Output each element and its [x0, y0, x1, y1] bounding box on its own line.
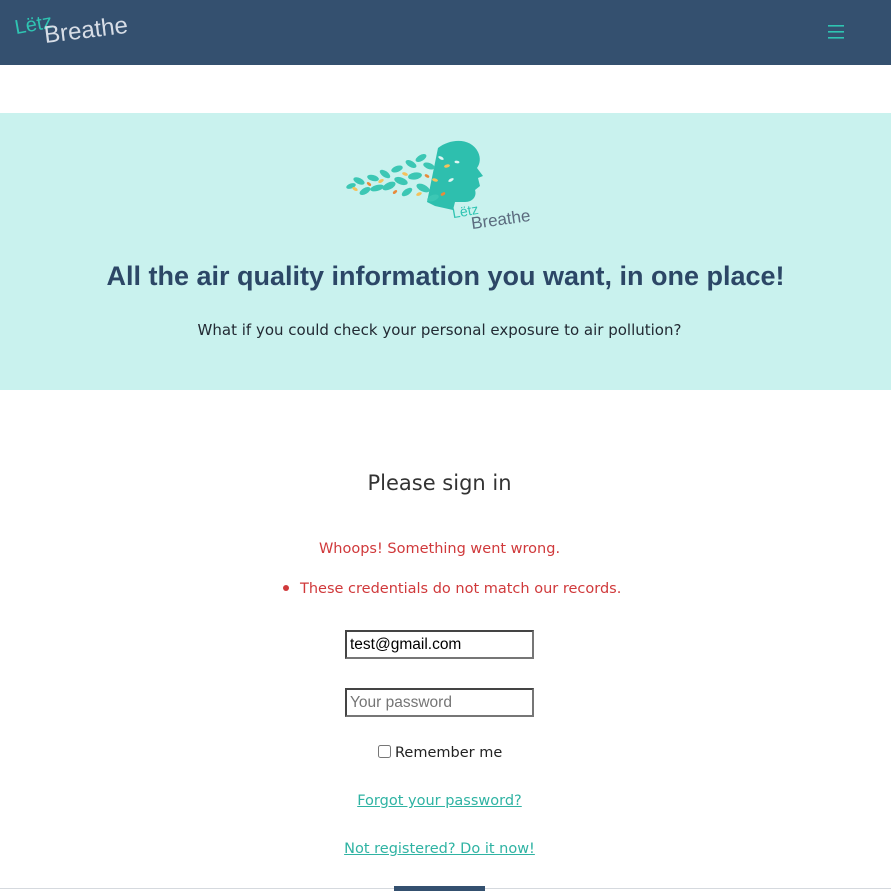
register-row: Not registered? Do it now! [0, 841, 879, 857]
email-field[interactable] [345, 630, 534, 659]
password-field[interactable] [345, 688, 534, 717]
error-list-item: These credentials do not match our recor… [283, 581, 621, 597]
forgot-password-link[interactable]: Forgot your password? [357, 793, 522, 809]
remember-me[interactable]: Remember me [378, 744, 503, 761]
top-navbar: Lëtz Breathe [0, 0, 891, 65]
brand-logo[interactable]: Lëtz Breathe [13, 8, 134, 58]
logo-word-breathe: Breathe [42, 11, 130, 50]
remember-me-label: Remember me [395, 745, 503, 761]
remember-me-checkbox[interactable] [378, 744, 391, 758]
hero-banner: Lëtz Breathe All the air quality informa… [0, 113, 891, 390]
error-message: These credentials do not match our recor… [300, 581, 622, 597]
hero-subtitle: What if you could check your personal ex… [197, 321, 682, 339]
forgot-password-row: Forgot your password? [0, 793, 879, 809]
hero-logo: Lëtz Breathe [343, 136, 543, 236]
login-form: Please sign in Whoops! Something went wr… [0, 390, 891, 891]
register-link[interactable]: Not registered? Do it now! [344, 841, 535, 857]
bullet-icon [283, 585, 289, 591]
hero-title: All the air quality information you want… [106, 261, 785, 291]
error-title: Whoops! Something went wrong. [318, 541, 561, 557]
hamburger-menu-icon[interactable] [826, 23, 846, 41]
signin-heading: Please sign in [367, 471, 512, 495]
submit-button-edge[interactable] [394, 886, 485, 891]
